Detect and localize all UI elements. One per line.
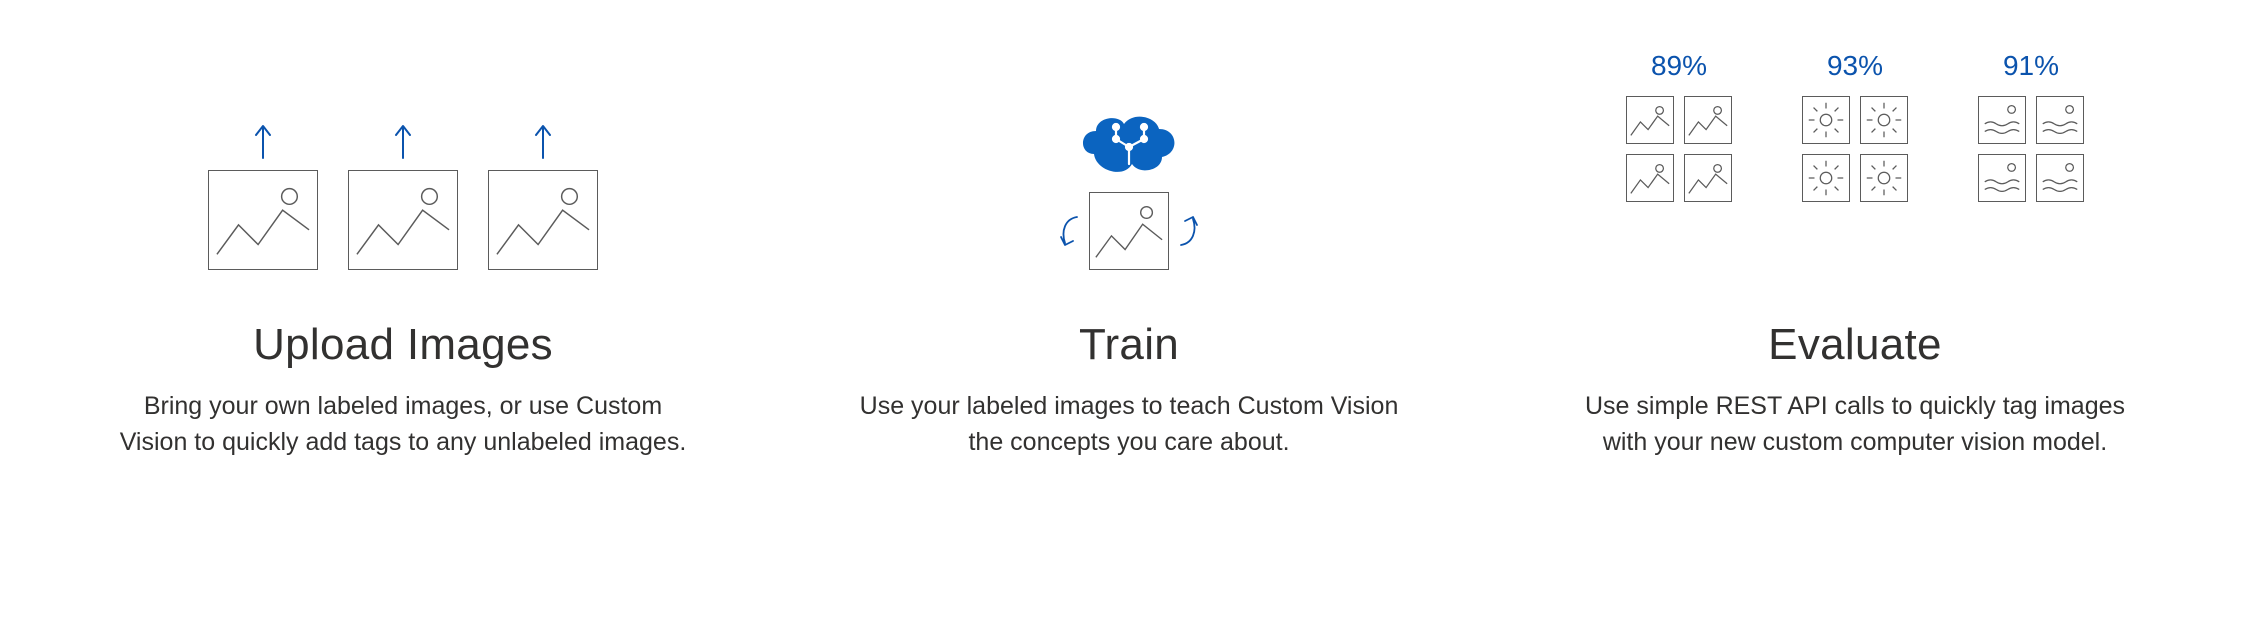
mountain-thumbnail-icon <box>1684 96 1732 144</box>
section-description: Bring your own labeled images, or use Cu… <box>113 388 693 461</box>
section-description: Use simple REST API calls to quickly tag… <box>1565 388 2145 461</box>
sun-thumbnail-icon <box>1860 96 1908 144</box>
section-title: Evaluate <box>1768 320 1942 370</box>
cycle-arrow-left-icon <box>1055 211 1083 251</box>
sun-thumbnail-icon <box>1802 96 1850 144</box>
train-section: Train Use your labeled images to teach C… <box>766 50 1492 604</box>
upload-item <box>348 120 458 270</box>
evaluate-group: 89% <box>1626 50 1732 202</box>
cycle-arrow-right-icon <box>1175 211 1203 251</box>
sun-thumbnail-icon <box>1802 154 1850 202</box>
thumbnail-grid <box>1626 96 1732 202</box>
image-placeholder-icon <box>488 170 598 270</box>
sun-thumbnail-icon <box>1860 154 1908 202</box>
mountain-thumbnail-icon <box>1684 154 1732 202</box>
image-placeholder-icon <box>348 170 458 270</box>
evaluate-section: 89% 93% 91% <box>1492 50 2218 604</box>
water-thumbnail-icon <box>1978 154 2026 202</box>
arrow-up-icon <box>253 120 273 160</box>
evaluate-group: 91% <box>1978 50 2084 202</box>
accuracy-percent: 93% <box>1827 50 1883 82</box>
mountain-thumbnail-icon <box>1626 154 1674 202</box>
evaluate-group: 93% <box>1802 50 1908 202</box>
water-thumbnail-icon <box>2036 96 2084 144</box>
thumbnail-grid <box>1802 96 1908 202</box>
thumbnail-grid <box>1978 96 2084 202</box>
section-title: Upload Images <box>253 320 553 370</box>
upload-images-section: Upload Images Bring your own labeled ima… <box>40 50 766 604</box>
accuracy-percent: 89% <box>1651 50 1707 82</box>
section-description: Use your labeled images to teach Custom … <box>839 388 1419 461</box>
train-illustration <box>1055 50 1203 270</box>
upload-item <box>208 120 318 270</box>
evaluate-illustration: 89% 93% 91% <box>1626 50 2084 270</box>
brain-icon <box>1074 109 1184 184</box>
upload-item <box>488 120 598 270</box>
image-placeholder-icon <box>208 170 318 270</box>
cycle-row <box>1055 192 1203 270</box>
water-thumbnail-icon <box>2036 154 2084 202</box>
arrow-up-icon <box>533 120 553 160</box>
upload-illustration <box>208 50 598 270</box>
mountain-thumbnail-icon <box>1626 96 1674 144</box>
train-wrap <box>1055 109 1203 270</box>
section-title: Train <box>1079 320 1179 370</box>
accuracy-percent: 91% <box>2003 50 2059 82</box>
water-thumbnail-icon <box>1978 96 2026 144</box>
arrow-up-icon <box>393 120 413 160</box>
image-placeholder-icon <box>1089 192 1169 270</box>
